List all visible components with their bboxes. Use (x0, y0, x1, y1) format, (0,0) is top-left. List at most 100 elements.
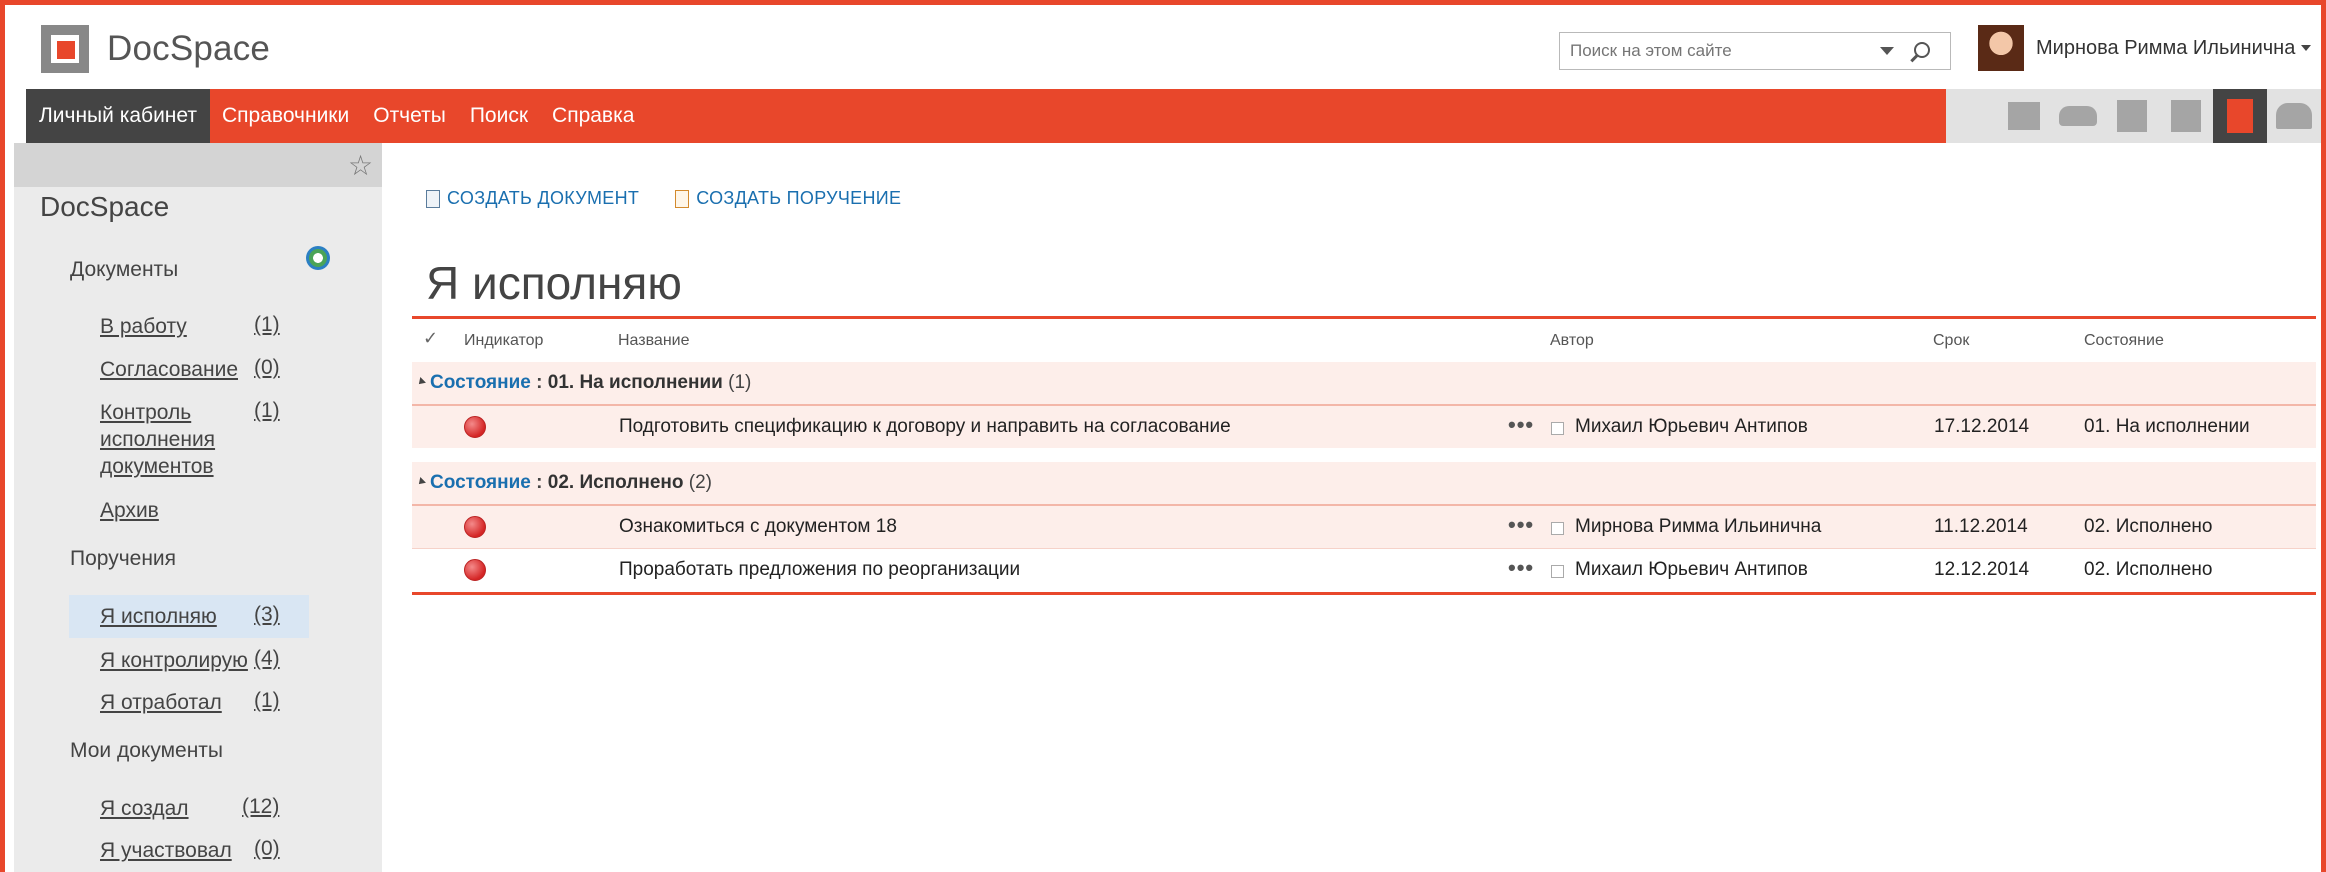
sidebar-item-i-done[interactable]: Я отработал (100, 689, 222, 716)
column-header-indicator[interactable]: Индикатор (464, 332, 543, 350)
nav-item-directories[interactable]: Справочники (210, 89, 361, 143)
star-icon[interactable]: ☆ (348, 149, 373, 182)
table-header: ✓ Индикатор Название Автор Срок Состояни… (412, 320, 2316, 362)
group-header[interactable]: Состояние : 01. На исполнении (1) (412, 362, 2316, 404)
task-title[interactable]: Проработать предложения по реорганизации (619, 559, 1020, 581)
section-my-documents[interactable]: Мои документы (70, 739, 223, 763)
page-title: Я исполняю (426, 257, 682, 309)
sidebar-header-strip (14, 143, 382, 187)
logo-text: DocSpace (107, 29, 271, 68)
group-count: (2) (688, 472, 712, 493)
section-documents[interactable]: Документы (70, 258, 178, 282)
new-document-icon (426, 189, 440, 208)
chevron-down-icon (2301, 45, 2312, 51)
task-due: 12.12.2014 (1934, 559, 2030, 580)
task-state: 01. На исполнении (2084, 416, 2250, 437)
collapse-triangle-icon[interactable] (416, 477, 426, 487)
sidebar-item-i-control-count[interactable]: (4) (254, 647, 280, 671)
red-status-indicator-icon (464, 516, 486, 538)
column-header-author[interactable]: Автор (1550, 332, 1594, 350)
refresh-icon[interactable] (306, 246, 330, 270)
title-divider (412, 316, 2316, 319)
sidebar-item-i-control[interactable]: Я контролирую (100, 647, 248, 674)
users-icon[interactable] (2267, 89, 2321, 143)
group-header[interactable]: Состояние : 02. Исполнено (2) (412, 462, 2316, 504)
group-key: Состояние (430, 472, 531, 493)
task-title[interactable]: Подготовить спецификацию к договору и на… (619, 416, 1231, 438)
row-menu-icon[interactable]: ••• (1508, 512, 1534, 538)
row-menu-icon[interactable]: ••• (1508, 555, 1534, 581)
user-menu[interactable]: Мирнова Римма Ильинична (1978, 25, 2312, 71)
sidebar-item-i-participated[interactable]: Я участвовал (100, 837, 232, 864)
main-nav: Личный кабинет Справочники Отчеты Поиск … (26, 89, 1946, 143)
task-author: Мирнова Римма Ильинична (1575, 516, 1822, 537)
sidebar-item-i-execute-count[interactable]: (3) (254, 603, 280, 627)
sidebar-item-i-participated-count[interactable]: (0) (254, 837, 280, 861)
collapse-triangle-icon[interactable] (416, 377, 426, 387)
sharepoint-icon[interactable] (2105, 89, 2159, 143)
sidebar-item-i-execute[interactable]: Я исполняю (100, 603, 217, 630)
sidebar-item-execution-control-count[interactable]: (1) (254, 399, 280, 423)
site-search[interactable] (1559, 32, 1951, 70)
row-checkbox[interactable] (1551, 565, 1564, 578)
sidebar: ☆ DocSpace Документы В работу (1) Соглас… (14, 143, 382, 872)
red-status-indicator-icon (464, 559, 486, 581)
select-all-checkmark-icon[interactable]: ✓ (423, 328, 438, 349)
create-task-label: СОЗДАТЬ ПОРУЧЕНИЕ (696, 188, 902, 208)
row-menu-icon[interactable]: ••• (1508, 412, 1534, 438)
tasks-table: ✓ Индикатор Название Автор Срок Состояни… (412, 320, 2316, 595)
sidebar-item-execution-control[interactable]: Контроль исполнения документов (100, 399, 215, 480)
create-document-button[interactable]: СОЗДАТЬ ДОКУМЕНТ (426, 188, 639, 209)
group-separator: : (530, 472, 548, 493)
sidebar-item-label-line: Контроль (100, 401, 192, 424)
task-state: 02. Исполнено (2084, 559, 2213, 580)
section-tasks[interactable]: Поручения (70, 547, 176, 571)
user-name: Мирнова Римма Ильинична (2036, 36, 2296, 59)
sidebar-item-label-line: исполнения (100, 428, 216, 451)
task-state: 02. Исполнено (2084, 516, 2213, 537)
group-value: 02. Исполнено (547, 472, 684, 493)
column-header-due[interactable]: Срок (1933, 332, 1969, 350)
sidebar-item-label-line: документов (100, 455, 214, 478)
row-checkbox[interactable] (1551, 522, 1564, 535)
row-checkbox[interactable] (1551, 422, 1564, 435)
news-icon[interactable] (1997, 89, 2051, 143)
nav-item-help[interactable]: Справка (540, 89, 646, 143)
logo[interactable]: DocSpace (41, 25, 270, 73)
column-header-state[interactable]: Состояние (2084, 332, 2164, 350)
sidebar-item-in-work[interactable]: В работу (100, 313, 187, 340)
sidebar-item-i-done-count[interactable]: (1) (254, 689, 280, 713)
nav-item-personal[interactable]: Личный кабинет (26, 89, 210, 143)
action-bar: СОЗДАТЬ ДОКУМЕНТ СОЗДАТЬ ПОРУЧЕНИЕ (426, 188, 937, 209)
task-author: Михаил Юрьевич Антипов (1575, 559, 1808, 580)
search-scope-dropdown-icon[interactable] (1880, 47, 1894, 55)
project-icon[interactable] (2159, 89, 2213, 143)
table-row[interactable]: Проработать предложения по реорганизации… (412, 548, 2316, 592)
group-value: 01. На исполнении (547, 372, 723, 393)
task-title[interactable]: Ознакомиться с документом 18 (619, 516, 897, 538)
task-due: 11.12.2014 (1934, 516, 2028, 537)
search-input[interactable] (1560, 41, 1860, 61)
top-bar: DocSpace Мирнова Римма Ильинична (5, 5, 2321, 89)
docspace-logo-icon (41, 25, 89, 73)
onedrive-cloud-icon[interactable] (2051, 89, 2105, 143)
create-document-label: СОЗДАТЬ ДОКУМЕНТ (447, 188, 640, 208)
table-row[interactable]: Ознакомиться с документом 18 ••• Мирнова… (412, 504, 2316, 548)
app-switcher (1946, 89, 2321, 143)
sidebar-item-approval-count[interactable]: (0) (254, 356, 280, 380)
search-icon[interactable] (1914, 42, 1930, 58)
create-task-button[interactable]: СОЗДАТЬ ПОРУЧЕНИЕ (675, 188, 901, 209)
avatar (1978, 25, 2024, 71)
docspace-transfer-icon[interactable] (2213, 89, 2267, 143)
sidebar-item-i-created[interactable]: Я создал (100, 795, 189, 822)
sidebar-item-archive[interactable]: Архив (100, 497, 159, 524)
nav-item-search[interactable]: Поиск (458, 89, 540, 143)
group-key: Состояние (430, 372, 531, 393)
sidebar-item-i-created-count[interactable]: (12) (242, 795, 279, 819)
sidebar-item-approval[interactable]: Согласование (100, 356, 238, 383)
table-row[interactable]: Подготовить спецификацию к договору и на… (412, 404, 2316, 448)
column-header-title[interactable]: Название (618, 332, 690, 350)
nav-item-reports[interactable]: Отчеты (361, 89, 458, 143)
sidebar-item-in-work-count[interactable]: (1) (254, 313, 280, 337)
group-count: (1) (728, 372, 752, 393)
